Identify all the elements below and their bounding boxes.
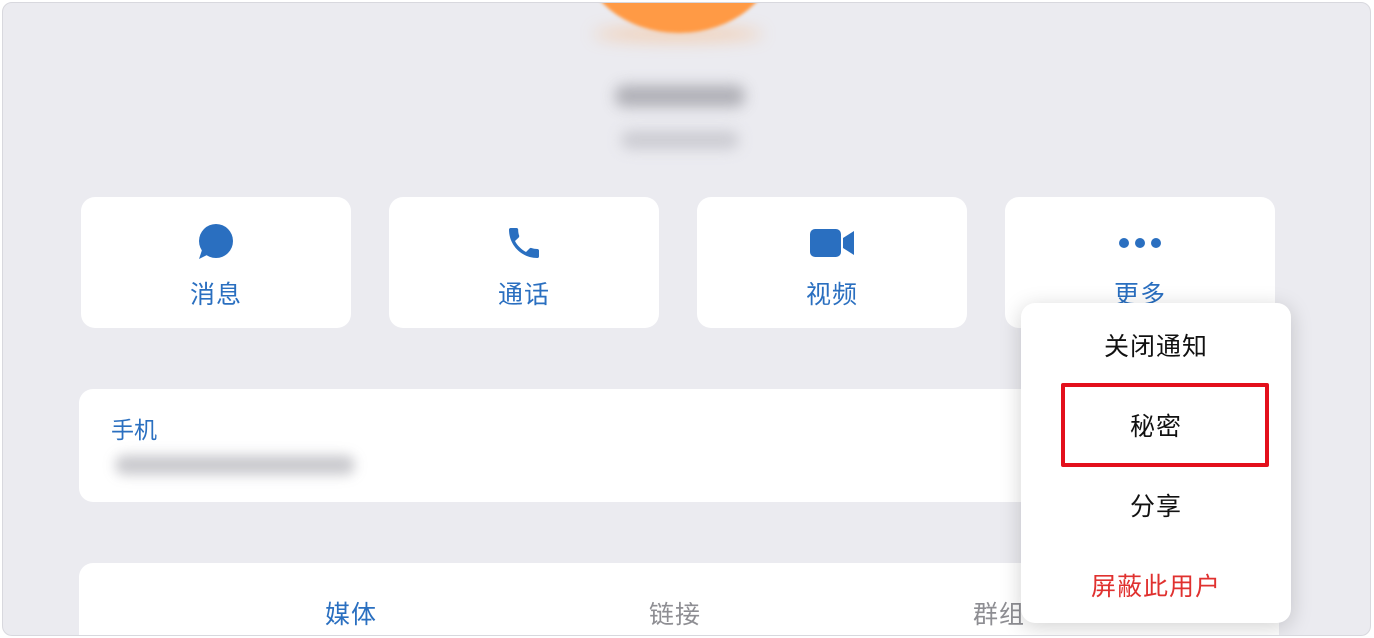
more-dots-icon	[1005, 223, 1275, 263]
video-button[interactable]: 视频	[697, 197, 967, 328]
video-camera-icon	[697, 223, 967, 263]
profile-name-redacted	[615, 85, 745, 107]
call-button[interactable]: 通话	[389, 197, 659, 328]
tab-links[interactable]: 链接	[649, 595, 701, 631]
menu-item-mute-notifications[interactable]: 关闭通知	[1021, 305, 1291, 385]
video-label: 视频	[805, 280, 858, 309]
avatar[interactable]	[581, 3, 777, 33]
message-label: 消息	[189, 280, 242, 309]
phone-number-redacted[interactable]	[115, 455, 355, 475]
tab-media[interactable]: 媒体	[325, 595, 377, 631]
chat-bubble-icon	[81, 223, 351, 263]
profile-subtitle-redacted	[621, 131, 739, 149]
tab-groups[interactable]: 群组	[973, 595, 1025, 631]
menu-item-share[interactable]: 分享	[1021, 465, 1291, 545]
call-label: 通话	[497, 280, 550, 309]
highlight-annotation	[1061, 383, 1269, 467]
profile-screen: 消息 通话 视频 更多 手机 媒体 链接 群组 关闭通知 秘密 分享 屏蔽此用户	[2, 2, 1371, 636]
phone-icon	[389, 223, 659, 263]
phone-label: 手机	[111, 418, 157, 444]
message-button[interactable]: 消息	[81, 197, 351, 328]
menu-item-block-user[interactable]: 屏蔽此用户	[1021, 545, 1291, 625]
